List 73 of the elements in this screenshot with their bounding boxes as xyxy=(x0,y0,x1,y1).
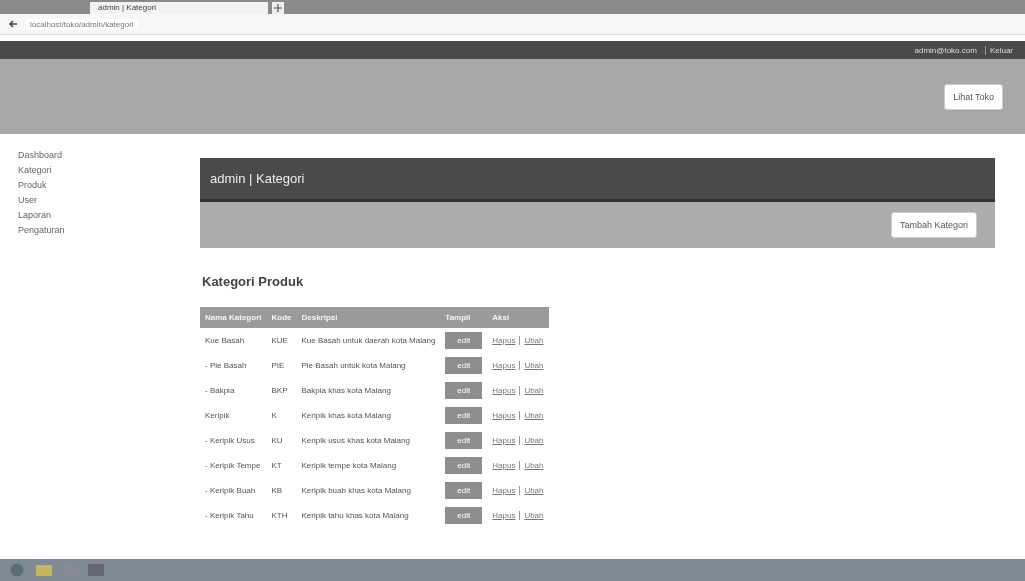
sidebar-item[interactable]: User xyxy=(18,195,200,205)
sidebar-item[interactable]: Produk xyxy=(18,180,200,190)
window-icon[interactable] xyxy=(88,564,104,576)
table-cell-text: KTH xyxy=(270,510,289,522)
edit-button[interactable]: edit xyxy=(445,482,483,499)
edit-button[interactable]: edit xyxy=(445,432,483,449)
table-cell-text: Keripik usus khas kota Malang xyxy=(300,435,411,447)
table-cell-text: - Pie Basah xyxy=(204,360,248,372)
table-cell-text: Keripik khas kota Malang xyxy=(300,410,392,422)
table-cell-text: Keripik tempe kota Malang xyxy=(300,460,398,472)
table-cell-text: - Keripik Buah xyxy=(204,485,257,497)
column-header: Deskripsi xyxy=(296,307,441,328)
address-field[interactable]: localhost/toko/admin/kategori xyxy=(26,18,138,30)
user-email: admin@toko.com xyxy=(914,45,977,55)
delete-link[interactable]: Hapus xyxy=(492,461,516,470)
sidebar-item[interactable]: Pengaturan xyxy=(18,225,200,235)
table-cell-text: - Keripik Tahu xyxy=(204,510,255,522)
table-cell-text: K xyxy=(270,410,278,422)
browser-tab[interactable]: admin | Kategori xyxy=(90,2,268,14)
sidebar-item[interactable]: Kategori xyxy=(18,165,200,175)
delete-link[interactable]: Hapus xyxy=(492,411,516,420)
edit-link[interactable]: Ubah xyxy=(519,386,544,395)
table-cell-text: - Keripik Usus xyxy=(204,435,256,447)
sidebar-item[interactable]: Laporan xyxy=(18,210,200,220)
edit-button[interactable]: edit xyxy=(445,357,483,374)
column-header: Tampil xyxy=(440,307,488,328)
edit-link[interactable]: Ubah xyxy=(519,411,544,420)
edit-button[interactable]: edit xyxy=(445,382,483,399)
table-cell-text: KB xyxy=(270,485,284,497)
delete-link[interactable]: Hapus xyxy=(492,486,516,495)
delete-link[interactable]: Hapus xyxy=(492,511,516,520)
table-cell-text: PIE xyxy=(270,360,286,372)
panel-title: admin | Kategori xyxy=(200,158,995,202)
column-header: Nama Kategori xyxy=(200,307,267,328)
start-icon[interactable] xyxy=(8,563,26,577)
delete-link[interactable]: Hapus xyxy=(492,386,516,395)
table-cell: Kue Basah untuk daerah kota Malang xyxy=(296,328,441,353)
table-cell-text: KT xyxy=(270,460,283,472)
view-store-button[interactable]: Lihat Toko xyxy=(944,83,1003,110)
edit-button[interactable]: edit xyxy=(445,332,483,349)
edit-link[interactable]: Ubah xyxy=(519,336,544,345)
logout-link[interactable]: Keluar xyxy=(984,45,1013,55)
new-tab-button[interactable] xyxy=(272,2,284,14)
edit-link[interactable]: Ubah xyxy=(519,361,544,370)
table-cell-text: Keripik tahu khas kota Malang xyxy=(300,510,410,522)
table-cell-text: Keripik xyxy=(204,410,231,422)
table-cell-text: KU xyxy=(270,435,284,447)
edit-link[interactable]: Ubah xyxy=(519,511,544,520)
folder-icon[interactable] xyxy=(36,564,52,576)
table-cell: Kue Basah xyxy=(200,328,267,353)
table-cell-text: Bakpia khas kota Malang xyxy=(300,385,392,397)
sidebar-item[interactable]: Dashboard xyxy=(18,150,200,160)
edit-link[interactable]: Ubah xyxy=(519,486,544,495)
delete-link[interactable]: Hapus xyxy=(492,336,516,345)
edit-button[interactable]: edit xyxy=(445,507,483,524)
table-cell: KUE xyxy=(266,328,297,353)
edit-button[interactable]: edit xyxy=(445,407,483,424)
table-cell-text: - Keripik Tempe xyxy=(204,460,262,472)
table-cell-text: BKP xyxy=(270,385,289,397)
delete-link[interactable]: Hapus xyxy=(492,436,516,445)
section-title: Kategori Produk xyxy=(202,274,305,289)
table-cell-text: Keripik buah khas kota Malang xyxy=(300,485,412,497)
edit-link[interactable]: Ubah xyxy=(519,461,544,470)
plus-icon xyxy=(274,4,282,12)
add-category-button[interactable]: Tambah Kategori xyxy=(890,212,977,238)
edit-link[interactable]: Ubah xyxy=(519,436,544,445)
table-cell-text: Pie Basah untuk kota Malang xyxy=(300,360,407,372)
column-header: Kode xyxy=(266,307,297,328)
delete-link[interactable]: Hapus xyxy=(492,361,516,370)
column-header: Aksi xyxy=(487,307,549,328)
table-cell-text: - Bakpia xyxy=(204,385,236,397)
back-icon[interactable] xyxy=(8,19,18,29)
edit-button[interactable]: edit xyxy=(445,457,483,474)
